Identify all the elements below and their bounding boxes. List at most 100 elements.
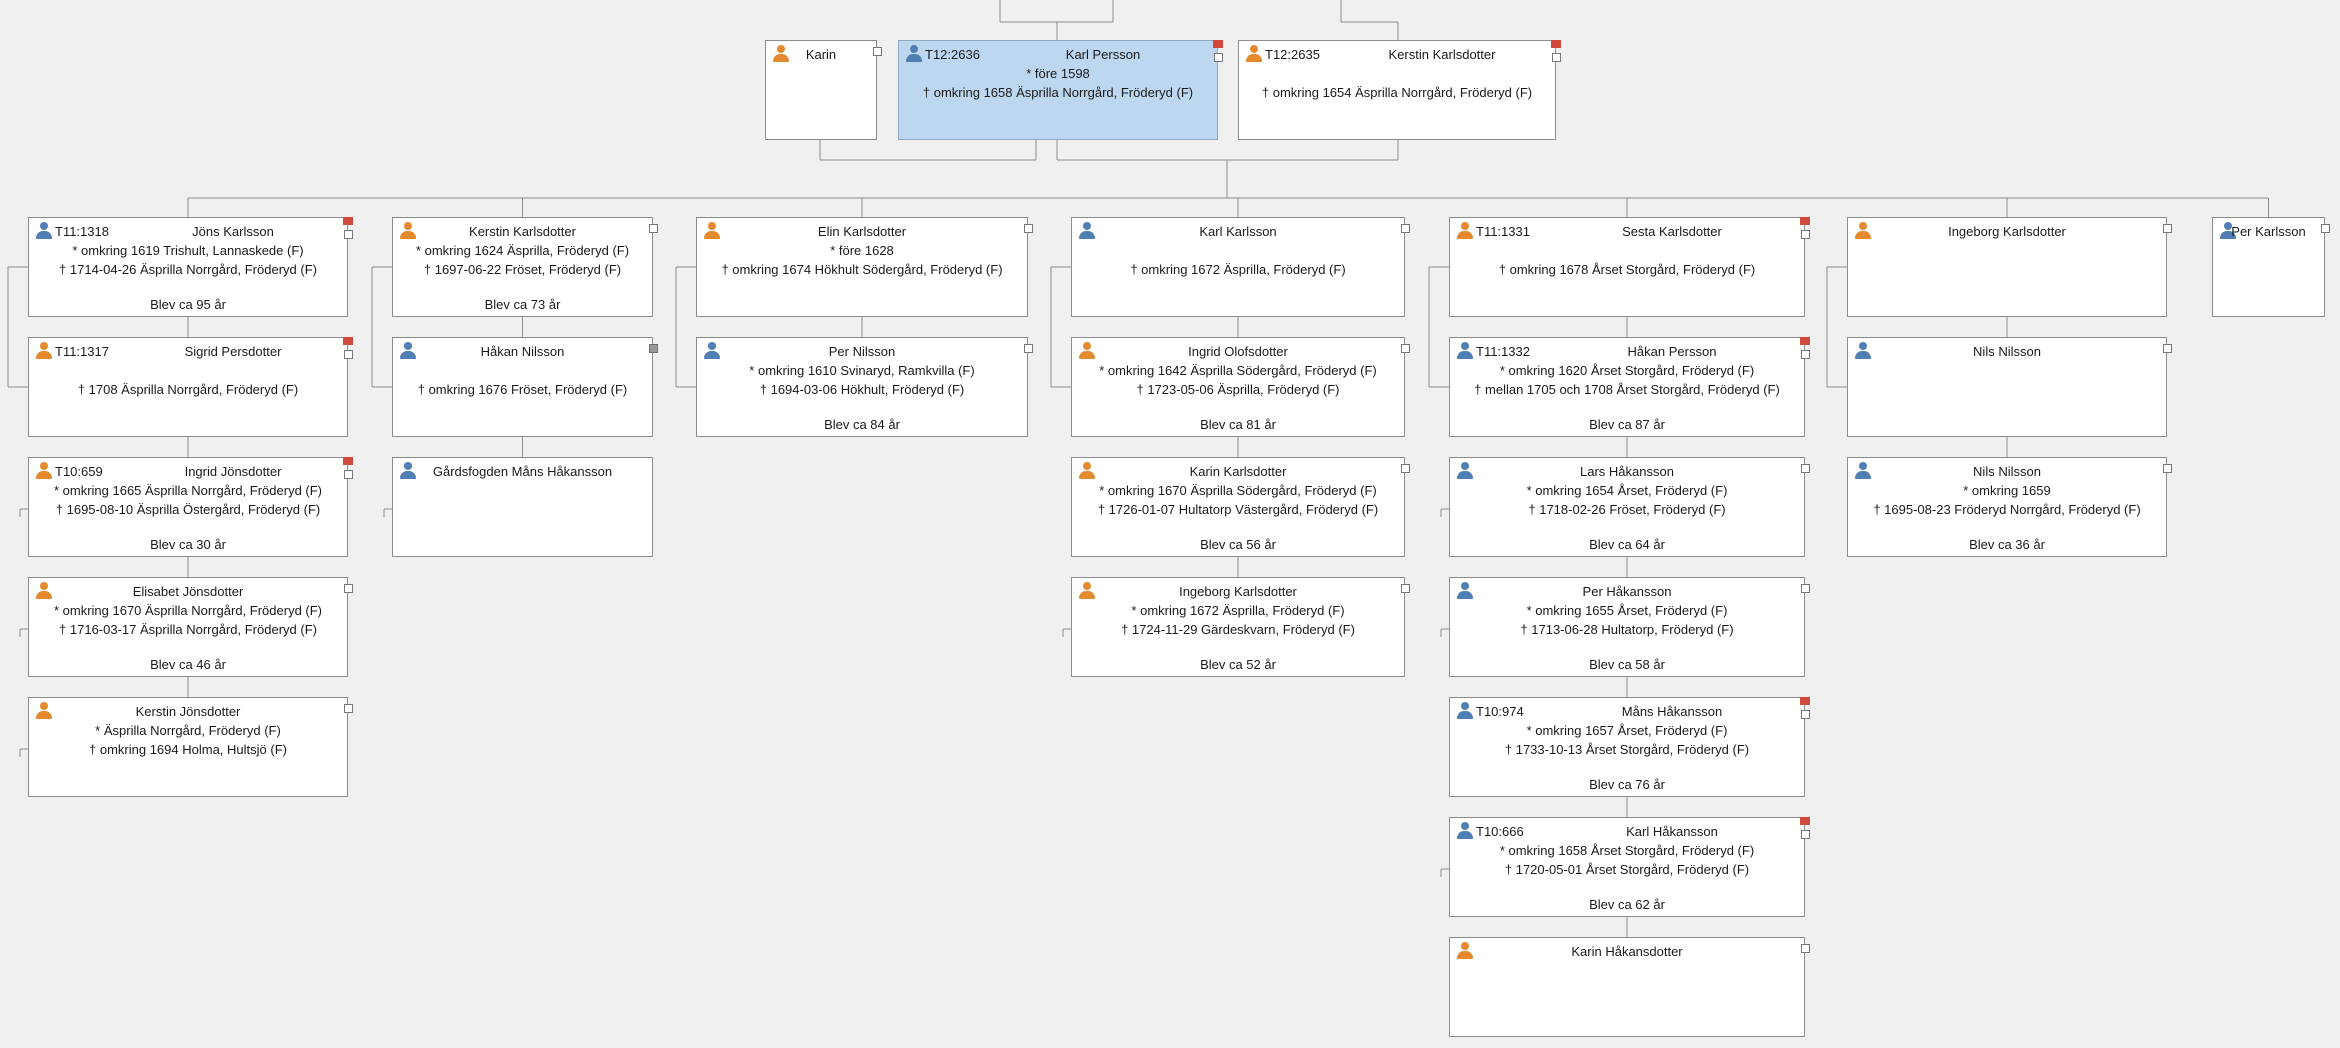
birth-info: * omkring 1624 Äsprilla, Fröderyd (F) — [415, 243, 630, 258]
expand-checkbox[interactable] — [1401, 464, 1410, 473]
death-info: † omkring 1694 Holma, Hultsjö (F) — [89, 742, 287, 757]
person-card-per-hakansson[interactable]: Per Håkansson * omkring 1655 Årset, Fröde… — [1449, 577, 1810, 677]
person-card-nils-nilsson[interactable]: Nils Nilsson — [1847, 337, 2172, 437]
expand-checkbox[interactable] — [1401, 344, 1410, 353]
expand-checkbox[interactable] — [344, 704, 353, 713]
person-card-karl-persson[interactable]: T12:2636 Karl Persson * före 1598 † omkring… — [898, 40, 1223, 140]
expand-checkbox[interactable] — [344, 470, 353, 479]
expand-checkbox[interactable] — [1801, 944, 1810, 953]
birth-info: * omkring 1654 Årset, Fröderyd (F) — [1526, 483, 1728, 498]
person-card-kerstin-karlsdotter[interactable]: Kerstin Karlsdotter * omkring 1624 Äspril… — [392, 217, 658, 317]
birth-info: * före 1598 — [1026, 66, 1090, 81]
lifespan-info: Blev ca 56 år — [1200, 537, 1276, 552]
lifespan-info: Blev ca 73 år — [484, 297, 561, 312]
person-name: Ingrid Olofsdotter — [1188, 344, 1288, 359]
expand-checkbox[interactable] — [1801, 710, 1810, 719]
death-info: † omkring 1676 Fröset, Fröderyd (F) — [417, 382, 628, 397]
female-person-icon — [1246, 45, 1262, 63]
person-card-karl-karlsson[interactable]: Karl Karlsson † omkring 1672 Äsprilla, Fr… — [1071, 217, 1410, 317]
family-tree-canvas: Karin T12:2636 Karl Persson * före 1598 † om… — [0, 0, 2340, 1048]
expand-checkbox[interactable] — [1801, 350, 1810, 359]
person-card-karl-hakansson[interactable]: T10:666 Karl Håkansson * omkring 1658 Årse… — [1449, 817, 1810, 917]
expand-checkbox[interactable] — [2163, 344, 2172, 353]
expand-checkbox[interactable] — [1024, 224, 1033, 233]
death-info: † 1723-05-06 Äsprilla, Fröderyd (F) — [1136, 382, 1340, 397]
person-name: Ingeborg Karlsdotter — [1179, 584, 1297, 599]
person-name: Gårdsfogden Måns Håkansson — [432, 464, 613, 479]
person-card-hakan-nilsson[interactable]: Håkan Nilsson † omkring 1676 Fröset, Fröd… — [392, 337, 658, 437]
person-card-hakan-persson[interactable]: T11:1332 Håkan Persson * omkring 1620 Årse… — [1449, 337, 1810, 437]
death-info: † 1720-05-01 Årset Storgård, Fröderyd (F… — [1504, 862, 1750, 877]
person-card-lars-hakansson[interactable]: Lars Håkansson * omkring 1654 Årset, Fröd… — [1449, 457, 1810, 557]
person-card-ingeborg-karlsdotter[interactable]: Ingeborg Karlsdotter — [1847, 217, 2172, 317]
person-name: Karl Håkansson — [1626, 824, 1718, 839]
person-name: Måns Håkansson — [1621, 704, 1723, 719]
person-name: Karl Karlsson — [1199, 224, 1277, 239]
person-card-kerstin-karlsdotter[interactable]: T12:2635 Kerstin Karlsdotter † omkring 165… — [1238, 40, 1561, 140]
expand-checkbox[interactable] — [649, 344, 658, 353]
person-code: T10:666 — [1476, 824, 1524, 839]
person-card-elin-karlsdotter[interactable]: Elin Karlsdotter * före 1628 † omkring 167… — [696, 217, 1033, 317]
expand-checkbox[interactable] — [1801, 830, 1810, 839]
expand-checkbox[interactable] — [1401, 584, 1410, 593]
person-card-gardsfogden-mans-hakansson[interactable]: Gårdsfogden Måns Håkansson — [392, 457, 653, 557]
person-name: Lars Håkansson — [1580, 464, 1674, 479]
red-flag-icon — [1551, 40, 1561, 48]
lifespan-info: Blev ca 81 år — [1200, 417, 1276, 432]
person-card-per-karlsson[interactable]: Per Karlsson — [2212, 217, 2330, 317]
expand-checkbox[interactable] — [2163, 464, 2172, 473]
person-card-per-nilsson[interactable]: Per Nilsson * omkring 1610 Svinaryd, Ramk… — [696, 337, 1033, 437]
person-name: Sesta Karlsdotter — [1622, 224, 1722, 239]
expand-checkbox[interactable] — [1552, 53, 1561, 62]
person-card-karin-hakansdotter[interactable]: Karin Håkansdotter — [1449, 937, 1810, 1037]
person-card-jons-karlsson[interactable]: T11:1318 Jöns Karlsson * omkring 1619 Tris… — [28, 217, 353, 317]
person-card-ingrid-olofsdotter[interactable]: Ingrid Olofsdotter * omkring 1642 Äsprill… — [1071, 337, 1410, 437]
death-info: † 1713-06-28 Hultatorp, Fröderyd (F) — [1520, 622, 1734, 637]
death-info: † omkring 1658 Äsprilla Norrgård, Fröder… — [922, 85, 1194, 100]
person-code: T12:2636 — [925, 47, 980, 62]
person-card-sigrid-persdotter[interactable]: T11:1317 Sigrid Persdotter † 1708 Äsprilla… — [28, 337, 353, 437]
person-card-mans-hakansson[interactable]: T10:974 Måns Håkansson * omkring 1657 Årse… — [1449, 697, 1810, 797]
expand-checkbox[interactable] — [344, 350, 353, 359]
expand-checkbox[interactable] — [1801, 230, 1810, 239]
expand-checkbox[interactable] — [1024, 344, 1033, 353]
death-info: † 1695-08-10 Äsprilla Östergård, Frödery… — [55, 502, 321, 517]
person-card-kerstin-jonsdotter[interactable]: Kerstin Jönsdotter * Äsprilla Norrgård, F… — [28, 697, 353, 797]
person-card-ingrid-jonsdotter[interactable]: T10:659 Ingrid Jönsdotter * omkring 1665 Ä… — [28, 457, 353, 557]
expand-checkbox[interactable] — [1214, 53, 1223, 62]
person-card-ingeborg-karlsdotter[interactable]: Ingeborg Karlsdotter * omkring 1672 Äspri… — [1071, 577, 1410, 677]
red-flag-icon — [1800, 817, 1810, 825]
lifespan-info: Blev ca 95 år — [150, 297, 226, 312]
lifespan-info: Blev ca 36 år — [1969, 537, 2045, 552]
person-card-elisabet-jonsdotter[interactable]: Elisabet Jönsdotter * omkring 1670 Äspril… — [28, 577, 353, 677]
person-name: Ingeborg Karlsdotter — [1948, 224, 2066, 239]
death-info: † 1718-02-26 Fröset, Fröderyd (F) — [1528, 502, 1726, 517]
person-name: Ingrid Jönsdotter — [184, 464, 282, 479]
person-code: T10:659 — [55, 464, 103, 479]
expand-checkbox[interactable] — [344, 230, 353, 239]
expand-checkbox[interactable] — [649, 224, 658, 233]
person-card-sesta-karlsdotter[interactable]: T11:1331 Sesta Karlsdotter † omkring 1678 … — [1449, 217, 1810, 317]
lifespan-info: Blev ca 46 år — [150, 657, 226, 672]
person-name: Kerstin Jönsdotter — [135, 704, 241, 719]
expand-checkbox[interactable] — [873, 47, 882, 56]
person-card-nils-nilsson[interactable]: Nils Nilsson * omkring 1659 † 1695-08-23 F… — [1847, 457, 2172, 557]
death-info: † 1714-04-26 Äsprilla Norrgård, Fröderyd… — [59, 262, 317, 277]
expand-checkbox[interactable] — [1401, 224, 1410, 233]
person-card-karin-karlsdotter[interactable]: Karin Karlsdotter * omkring 1670 Äsprilla… — [1071, 457, 1410, 557]
person-card-karin[interactable]: Karin — [765, 40, 882, 140]
birth-info: * omkring 1665 Äsprilla Norrgård, Fröder… — [53, 483, 323, 498]
death-info: † 1694-03-06 Hökhult, Fröderyd (F) — [759, 382, 965, 397]
person-name: Per Håkansson — [1582, 584, 1672, 599]
male-person-icon — [906, 45, 922, 63]
expand-checkbox[interactable] — [1801, 464, 1810, 473]
person-name: Kerstin Karlsdotter — [469, 224, 576, 239]
person-name: Håkan Nilsson — [480, 344, 565, 359]
expand-checkbox[interactable] — [2321, 224, 2330, 233]
expand-checkbox[interactable] — [2163, 224, 2172, 233]
expand-checkbox[interactable] — [1801, 584, 1810, 593]
person-name: Nils Nilsson — [1973, 464, 2041, 479]
birth-info: * omkring 1670 Äsprilla Norrgård, Fröder… — [53, 603, 323, 618]
expand-checkbox[interactable] — [344, 584, 353, 593]
death-info: † 1726-01-07 Hultatorp Västergård, Fröde… — [1097, 502, 1379, 517]
